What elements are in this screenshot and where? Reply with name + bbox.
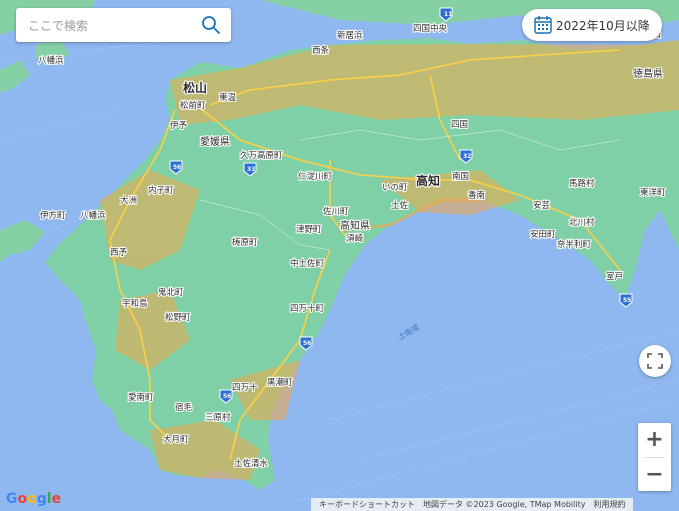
search-icon[interactable]: [201, 15, 221, 35]
terms-link[interactable]: 利用規約: [593, 499, 625, 510]
fullscreen-icon: [647, 353, 663, 369]
svg-text:32: 32: [463, 153, 471, 160]
label-mihara: 三原村: [205, 412, 231, 423]
label-saijo: 西条: [312, 45, 330, 56]
svg-text:56: 56: [173, 164, 181, 171]
label-ainan: 愛南町: [128, 392, 154, 403]
label-susaki: 須崎: [346, 233, 364, 244]
label-shikoku: 四国: [451, 120, 468, 130]
label-shimanto-c: 四万十町: [290, 303, 325, 314]
label-shikokuchuo: 四国中央: [413, 23, 448, 34]
label-sakawa: 佐川町: [323, 206, 349, 217]
svg-text:33: 33: [247, 166, 255, 173]
label-ehime: 愛媛県: [200, 135, 230, 148]
svg-text:56: 56: [223, 393, 231, 400]
label-kihoku: 鬼北町: [158, 287, 184, 298]
label-ikata: 伊方町: [40, 210, 66, 221]
label-kochi: 高知: [416, 173, 440, 188]
svg-text:11: 11: [444, 11, 452, 18]
label-nankoku: 南国: [452, 171, 469, 182]
label-nakatosa: 中土佐町: [290, 258, 325, 269]
label-umaji: 馬路村: [569, 178, 595, 189]
svg-text:56: 56: [303, 340, 311, 347]
fullscreen-button[interactable]: [639, 345, 671, 377]
label-niihama: 新居浜: [337, 30, 363, 41]
label-yawatahama: 八幡浜: [80, 210, 106, 221]
label-yasuda: 安田町: [530, 229, 556, 240]
label-narahara: 奈半利町: [557, 239, 592, 250]
label-sukumo: 宿毛: [175, 402, 193, 413]
label-niyodogawa: 仁淀川町: [298, 171, 333, 182]
label-tosashimizu: 土佐清水: [234, 458, 269, 469]
label-kumakogen: 久万高原町: [240, 150, 283, 161]
map-data-credit: 地図データ ©2023 Google, TMap Mobility: [423, 500, 586, 509]
zoom-out-button[interactable]: −: [638, 458, 671, 491]
label-matsuyama: 松山: [183, 80, 207, 95]
attribution-bar: キーボードショートカット 地図データ ©2023 Google, TMap Mo…: [311, 498, 634, 511]
label-yawatahama-n: 八幡浜: [38, 55, 64, 66]
label-toon: 東温: [219, 92, 237, 103]
calendar-icon: [534, 16, 552, 34]
label-ino: いの町: [382, 183, 408, 193]
label-kochi-pref: 高知県: [340, 219, 370, 232]
map-canvas[interactable]: 56 33 56 56 32 55 11 八幡浜 松山 東温 松前町 伊予 愛媛…: [0, 0, 679, 511]
search-input[interactable]: [26, 15, 200, 37]
label-toyo: 東洋町: [640, 187, 666, 198]
search-box: [16, 8, 231, 42]
label-shimanto-t: 四万十: [232, 382, 258, 393]
zoom-control: + −: [638, 423, 671, 491]
label-uchiko: 内子町: [148, 185, 174, 196]
label-seiyo: 西予: [110, 248, 128, 258]
label-uwajima: 宇和島: [122, 298, 148, 309]
label-ozu: 大洲: [120, 195, 137, 206]
keyboard-shortcuts-link[interactable]: キーボードショートカット: [319, 499, 415, 510]
label-tosa: 土佐: [391, 200, 409, 211]
label-kuroshio: 黒潮町: [267, 377, 293, 388]
zoom-in-button[interactable]: +: [638, 423, 671, 456]
label-kitagawa: 北川村: [569, 217, 595, 228]
date-filter-button[interactable]: 2022年10月以降: [522, 9, 662, 41]
google-logo: Google: [6, 491, 62, 507]
label-muroto: 室戸: [606, 271, 623, 282]
label-matsuno: 松野町: [165, 312, 191, 323]
svg-text:55: 55: [623, 297, 631, 304]
date-filter-label: 2022年10月以降: [556, 19, 650, 33]
label-otsuki: 大月町: [163, 434, 189, 445]
label-iyo: 伊予: [170, 120, 188, 131]
label-yusuhara: 梼原町: [232, 237, 258, 248]
label-tsuno: 津野町: [296, 224, 322, 235]
label-konan: 香南: [468, 190, 485, 201]
label-tokushima: 徳島県: [633, 67, 663, 80]
label-matsumae: 松前町: [180, 100, 206, 111]
label-aki: 安芸: [533, 200, 551, 211]
